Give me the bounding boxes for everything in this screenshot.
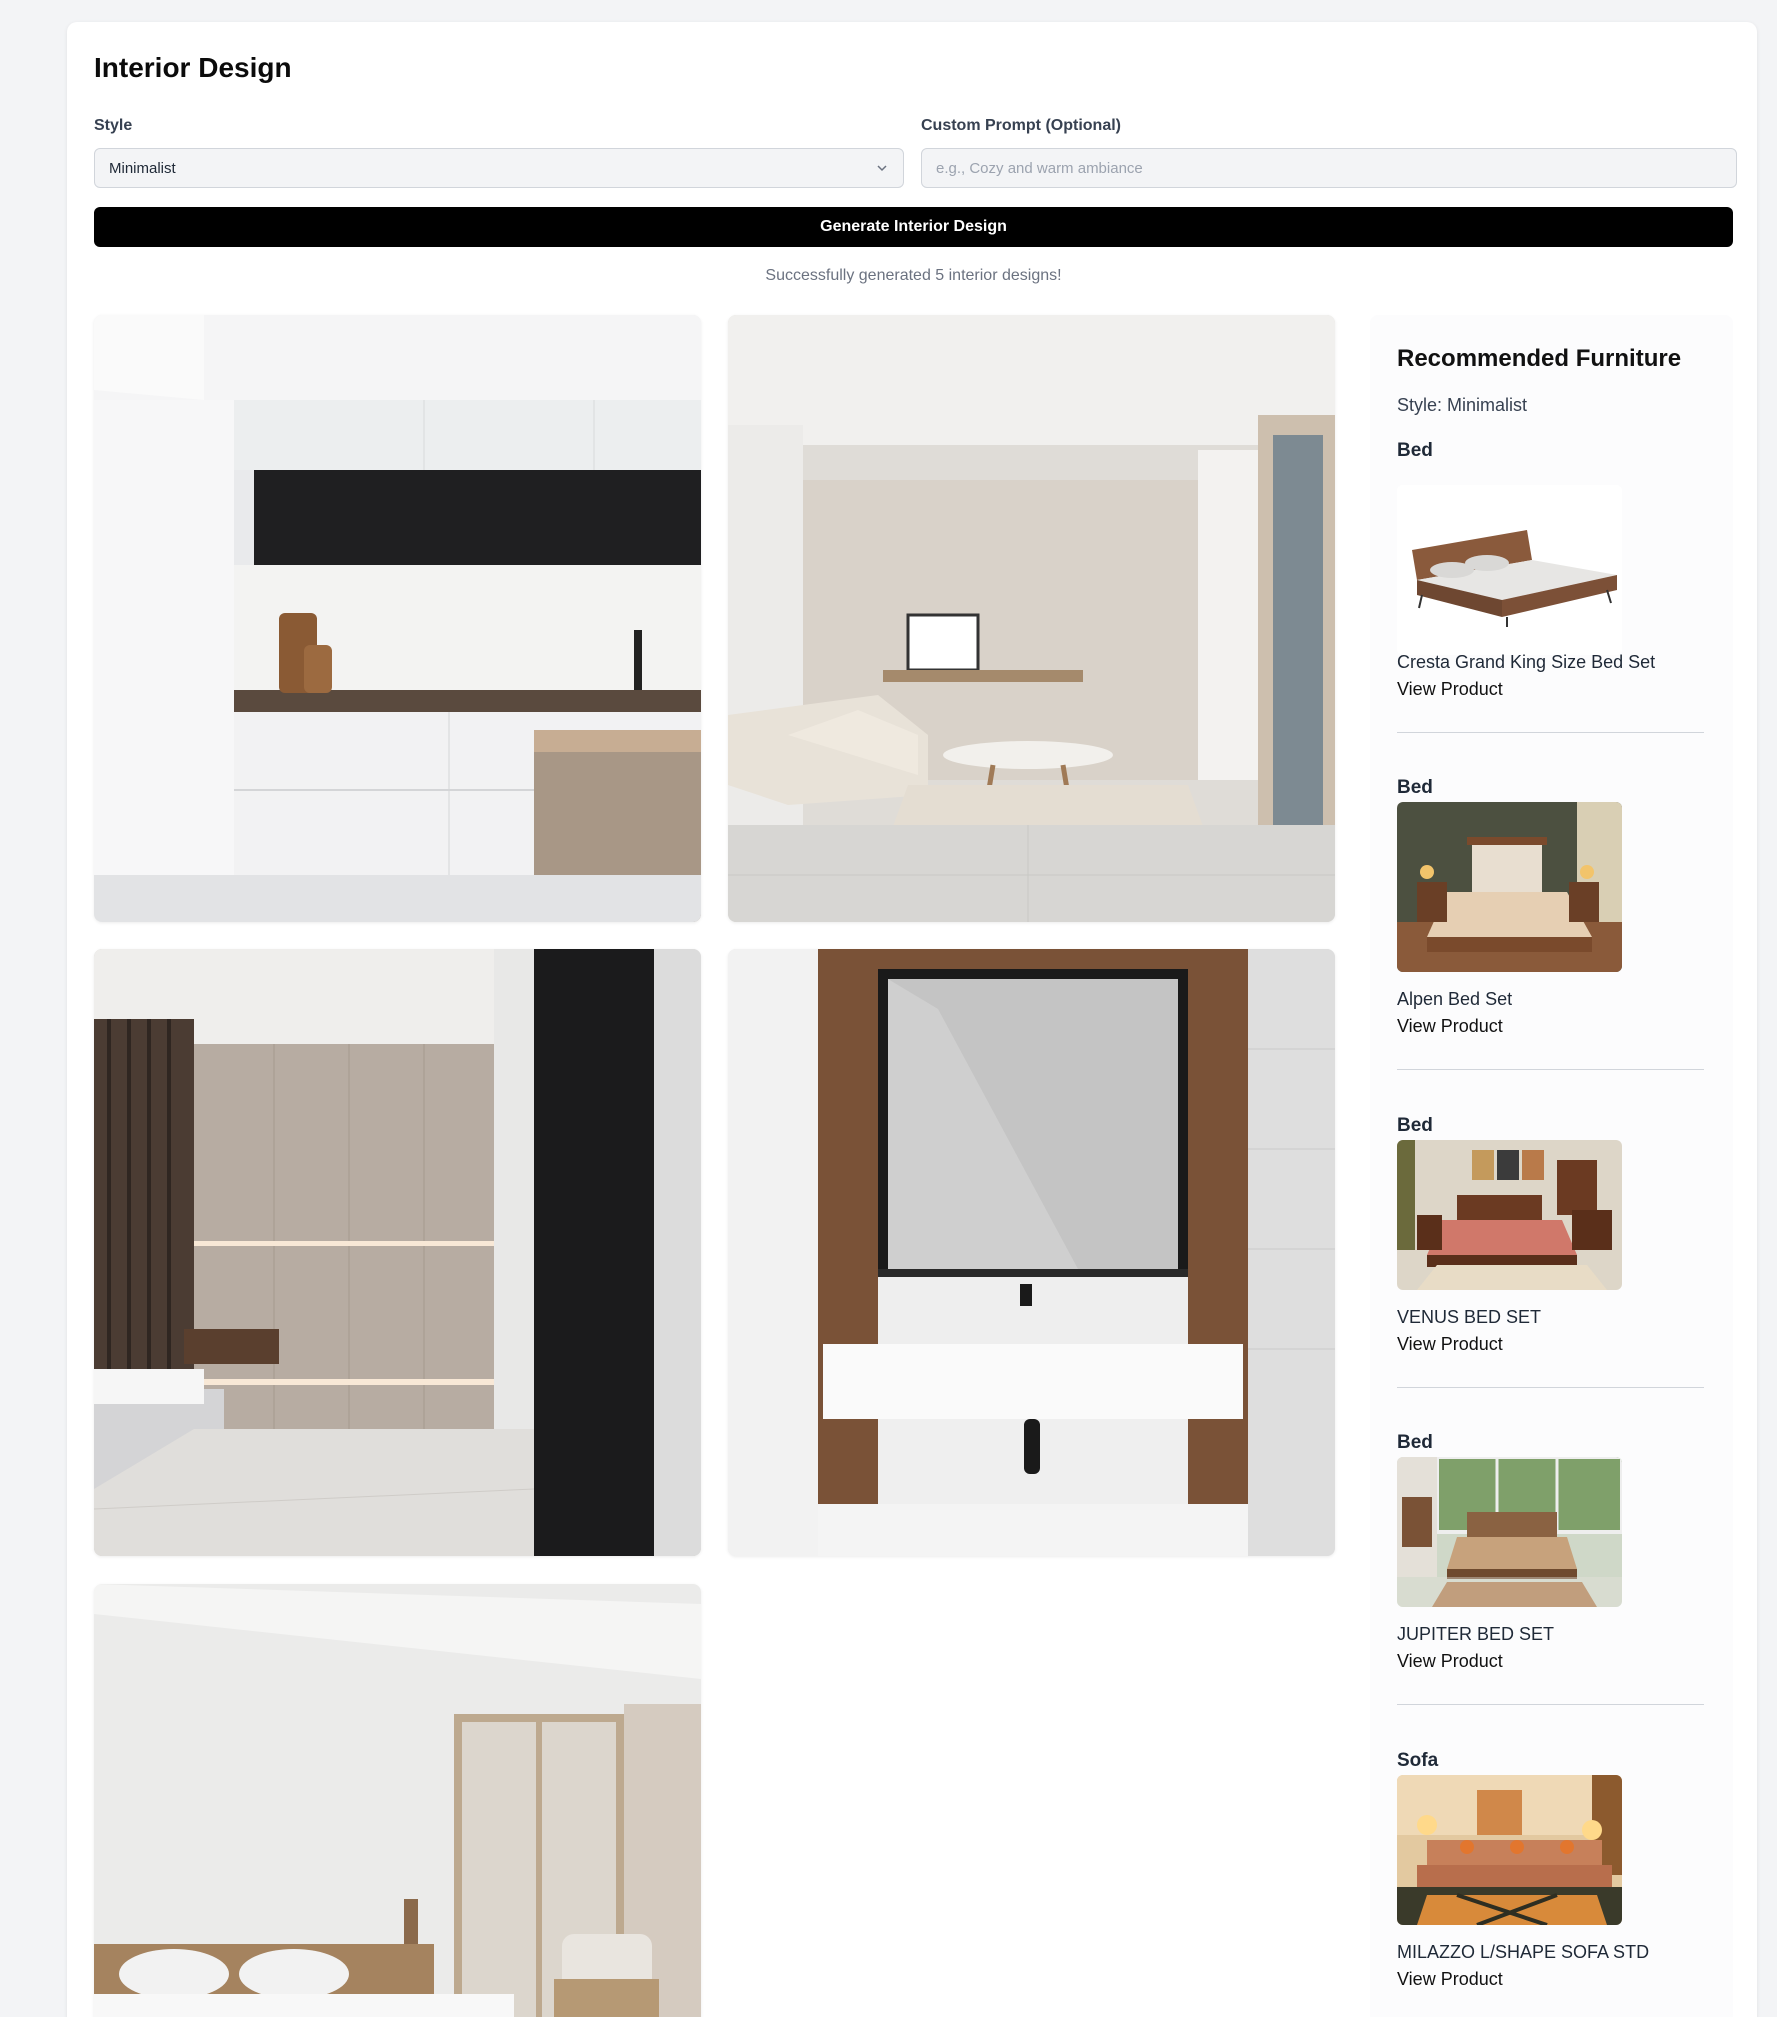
generate-interior-design-button[interactable]: Generate Interior Design (94, 207, 1733, 247)
furniture-image[interactable] (1397, 802, 1622, 972)
view-product-link[interactable]: View Product (1397, 1016, 1503, 1037)
generated-design-image[interactable] (94, 315, 701, 922)
furniture-image[interactable] (1397, 1457, 1622, 1607)
furniture-item: Bed Cresta Grand King Size Bed Set View … (1397, 440, 1704, 733)
furniture-item: Bed JUPITER BED SET View Product (1397, 1432, 1704, 1705)
furniture-category: Sofa (1397, 1750, 1439, 1771)
style-select[interactable]: Minimalist (94, 148, 904, 188)
view-product-link[interactable]: View Product (1397, 1969, 1503, 1990)
divider (1397, 1069, 1704, 1070)
custom-prompt-input[interactable] (921, 148, 1737, 188)
furniture-image[interactable] (1397, 485, 1622, 655)
interior-design-card: Interior Design Style Custom Prompt (Opt… (67, 22, 1757, 2017)
chevron-down-icon (875, 161, 889, 175)
generated-design-image[interactable] (728, 315, 1335, 922)
furniture-item: Bed Alpen Bed Set View Product (1397, 777, 1704, 1070)
style-label: Style (94, 117, 133, 134)
furniture-name: MILAZZO L/SHAPE SOFA STD (1397, 1942, 1650, 1962)
custom-prompt-label: Custom Prompt (Optional) (921, 117, 1121, 134)
recommended-style-line: Style: Minimalist (1397, 395, 1528, 415)
furniture-image[interactable] (1397, 1775, 1622, 1925)
generated-design-image[interactable] (94, 949, 701, 1556)
status-message: Successfully generated 5 interior design… (765, 267, 1062, 284)
style-select-value: Minimalist (109, 159, 176, 177)
furniture-item: Sofa MILAZZO L/SHAPE SOFA STD View Produ… (1397, 1750, 1704, 1989)
furniture-category: Bed (1397, 777, 1433, 798)
page-title: Interior Design (94, 52, 292, 83)
divider (1397, 1704, 1704, 1705)
furniture-name: Cresta Grand King Size Bed Set (1397, 652, 1656, 672)
furniture-category: Bed (1397, 440, 1433, 461)
divider (1397, 732, 1704, 733)
furniture-item: Bed VENUS BED SET View Product (1397, 1115, 1704, 1388)
generated-design-image[interactable] (94, 1584, 701, 2017)
furniture-name: Alpen Bed Set (1397, 989, 1513, 1009)
furniture-category: Bed (1397, 1432, 1433, 1453)
furniture-name: JUPITER BED SET (1397, 1624, 1555, 1644)
recommended-furniture-panel: Recommended Furniture Style: Minimalist … (1370, 315, 1733, 2017)
divider (1397, 1387, 1704, 1388)
furniture-category: Bed (1397, 1115, 1433, 1136)
recommended-furniture-title: Recommended Furniture (1397, 345, 1682, 372)
view-product-link[interactable]: View Product (1397, 1651, 1503, 1672)
view-product-link[interactable]: View Product (1397, 1334, 1503, 1355)
furniture-image[interactable] (1397, 1140, 1622, 1290)
generated-design-image[interactable] (728, 949, 1335, 1556)
furniture-name: VENUS BED SET (1397, 1307, 1542, 1327)
view-product-link[interactable]: View Product (1397, 679, 1503, 700)
